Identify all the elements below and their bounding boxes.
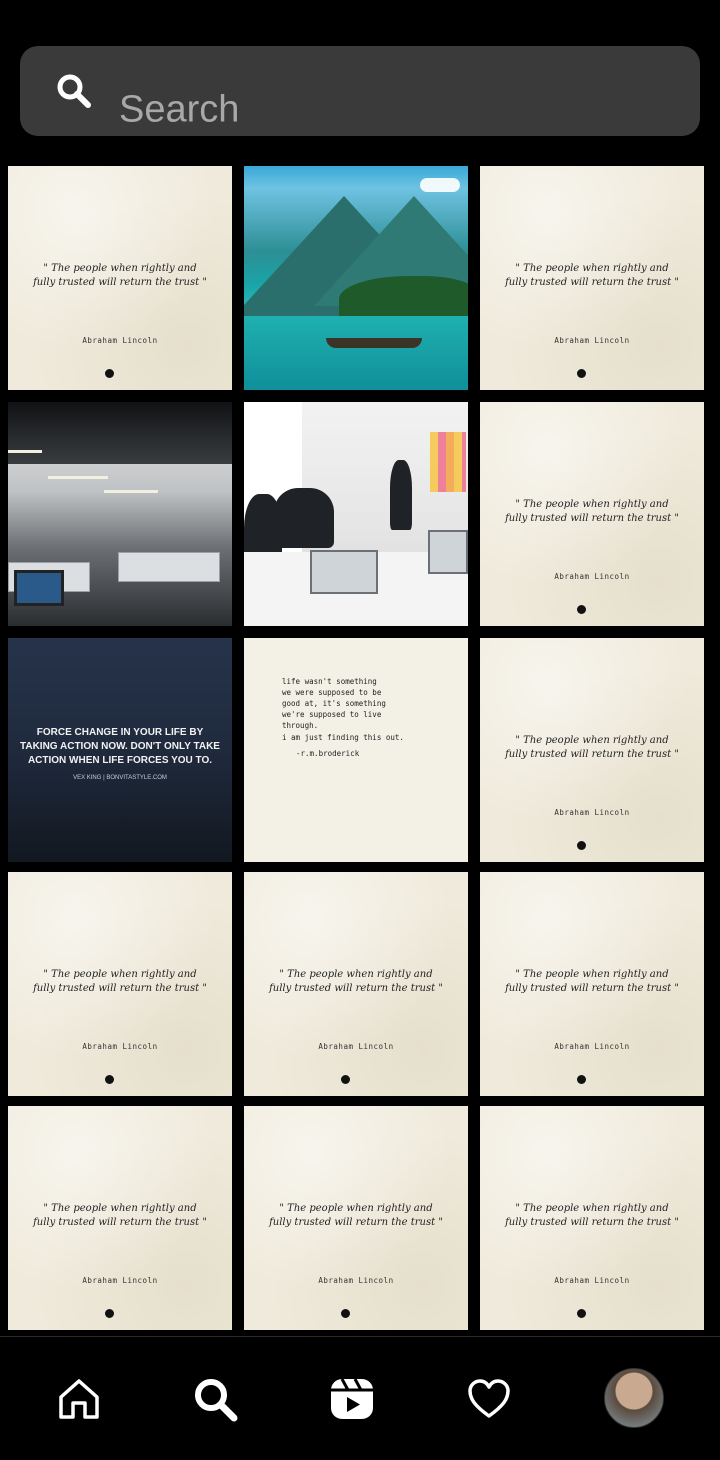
home-icon [59, 1379, 99, 1419]
activity-tab[interactable] [465, 1375, 513, 1423]
epic-quotes-logo [341, 1075, 352, 1084]
quote-author: Abraham Lincoln [82, 336, 158, 345]
typewriter-quote-author: -r.m.broderick [296, 749, 360, 758]
search-tab[interactable] [191, 1375, 239, 1423]
quote-author: Abraham Lincoln [554, 1276, 630, 1285]
explore-tile-office-photo[interactable] [8, 402, 232, 626]
typewriter-quote-line: i am just finding this out. [282, 733, 404, 742]
quote-text: " The people when rightly and fully trus… [505, 1203, 679, 1228]
epic-quotes-logo [105, 369, 116, 378]
reels-icon [331, 1378, 373, 1419]
search-icon [57, 74, 91, 108]
explore-tile-lake-photo[interactable] [244, 166, 468, 390]
quote-text: " The people when rightly and fully trus… [505, 969, 679, 994]
reels-tab[interactable] [328, 1375, 376, 1423]
search-icon [195, 1379, 238, 1422]
explore-tile-quote[interactable]: " The people when rightly and fully trus… [8, 166, 232, 390]
quote-text: " The people when rightly and fully trus… [33, 1203, 207, 1228]
quote-text: " The people when rightly and fully trus… [269, 1203, 443, 1228]
quote-author: Abraham Lincoln [318, 1276, 394, 1285]
quote-author: Abraham Lincoln [82, 1276, 158, 1285]
epic-quotes-logo [577, 841, 588, 850]
dark-quote-text: FORCE CHANGE IN YOUR LIFE BY TAKING ACTI… [20, 727, 220, 766]
quote-author: Abraham Lincoln [554, 1042, 630, 1051]
quote-author: Abraham Lincoln [554, 808, 630, 817]
dark-quote-source: VEX KING | BONVITASTYLE.COM [73, 775, 167, 781]
epic-quotes-logo [105, 1309, 116, 1318]
quote-text: " The people when rightly and fully trus… [33, 969, 207, 994]
explore-tile-quote[interactable]: " The people when rightly and fully trus… [8, 872, 232, 1096]
epic-quotes-logo [577, 1075, 588, 1084]
quote-text: " The people when rightly and fully trus… [269, 969, 443, 994]
explore-tile-typewriter-quote[interactable]: life wasn't something we were supposed t… [244, 638, 468, 862]
home-tab[interactable] [55, 1375, 103, 1423]
explore-tile-dark-quote[interactable]: FORCE CHANGE IN YOUR LIFE BY TAKING ACTI… [8, 638, 232, 862]
explore-tile-quote[interactable]: " The people when rightly and fully trus… [480, 166, 704, 390]
explore-tile-quote[interactable]: " The people when rightly and fully trus… [480, 1106, 704, 1330]
explore-tile-meeting-photo[interactable] [244, 402, 468, 626]
quote-author: Abraham Lincoln [82, 1042, 158, 1051]
epic-quotes-logo [577, 1309, 588, 1318]
epic-quotes-logo [105, 1075, 116, 1084]
explore-tile-quote[interactable]: " The people when rightly and fully trus… [480, 872, 704, 1096]
quote-text: " The people when rightly and fully trus… [505, 499, 679, 524]
quote-author: Abraham Lincoln [318, 1042, 394, 1051]
quote-text: " The people when rightly and fully trus… [505, 263, 679, 288]
epic-quotes-logo [341, 1309, 352, 1318]
search-bar[interactable]: Search [20, 46, 700, 136]
heart-icon [468, 1379, 510, 1418]
explore-tile-quote[interactable]: " The people when rightly and fully trus… [480, 638, 704, 862]
profile-avatar[interactable] [604, 1368, 664, 1428]
quote-author: Abraham Lincoln [554, 572, 630, 581]
search-placeholder[interactable]: Search [119, 89, 239, 132]
epic-quotes-logo [577, 605, 588, 614]
explore-tile-quote[interactable]: " The people when rightly and fully trus… [244, 1106, 468, 1330]
explore-tile-quote[interactable]: " The people when rightly and fully trus… [480, 402, 704, 626]
quote-text: " The people when rightly and fully trus… [505, 735, 679, 760]
epic-quotes-logo [577, 369, 588, 378]
typewriter-quote-text: life wasn't something we were supposed t… [282, 677, 386, 730]
bottom-tab-bar [0, 1337, 720, 1460]
explore-tile-quote[interactable]: " The people when rightly and fully trus… [8, 1106, 232, 1330]
quote-text: " The people when rightly and fully trus… [33, 263, 207, 288]
explore-tile-quote[interactable]: " The people when rightly and fully trus… [244, 872, 468, 1096]
quote-author: Abraham Lincoln [554, 336, 630, 345]
